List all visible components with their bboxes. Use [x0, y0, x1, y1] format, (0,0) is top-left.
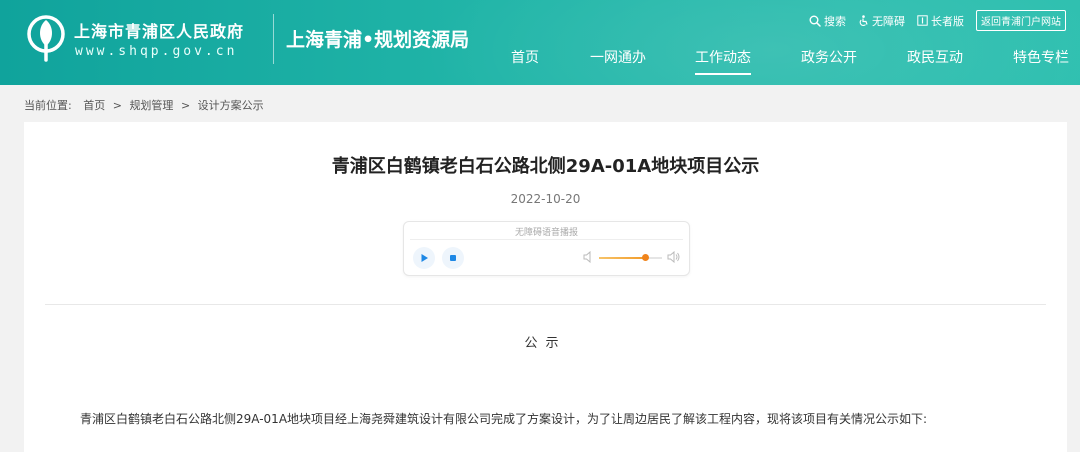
accessibility-link[interactable]: 无障碍 [858, 13, 905, 29]
nav-item-home[interactable]: 首页 [511, 47, 539, 73]
elder-mode-icon [917, 15, 928, 26]
article-date: 2022-10-20 [510, 192, 581, 206]
header-divider [273, 14, 274, 64]
elder-mode-link[interactable]: 长者版 [917, 13, 964, 29]
return-portal-button[interactable]: 返回青浦门户网站 [976, 10, 1066, 31]
nav-item-public-interaction[interactable]: 政民互动 [907, 47, 963, 73]
search-label: 搜索 [824, 14, 846, 28]
nav-item-work-news[interactable]: 工作动态 [695, 47, 751, 75]
breadcrumb-separator: > [112, 99, 122, 112]
play-button[interactable] [413, 247, 435, 269]
accessibility-label: 无障碍 [872, 14, 905, 28]
volume-high-icon[interactable] [667, 251, 681, 263]
search-icon [809, 15, 821, 27]
play-icon [421, 254, 428, 262]
bureau-title[interactable]: 上海青浦•规划资源局 [286, 25, 469, 52]
breadcrumb-design-notice[interactable]: 设计方案公示 [198, 99, 264, 112]
audio-player: 无障碍语音播报 [403, 221, 690, 276]
government-emblem-icon[interactable] [24, 14, 68, 62]
breadcrumb-separator: > [180, 99, 191, 112]
nav-item-special-columns[interactable]: 特色专栏 [1013, 47, 1069, 73]
breadcrumb-planning[interactable]: 规划管理 [129, 99, 173, 112]
article-title: 青浦区白鹤镇老白石公路北侧29A-01A地块项目公示 [331, 156, 760, 177]
search-link[interactable]: 搜索 [809, 13, 846, 29]
accessibility-icon [859, 15, 868, 26]
volume-slider[interactable] [599, 254, 662, 261]
volume-fill [599, 257, 647, 259]
stop-icon [450, 255, 456, 261]
player-label: 无障碍语音播报 [514, 228, 578, 238]
gov-name[interactable]: 上海市青浦区人民政府 [74, 18, 244, 42]
player-divider [410, 239, 683, 240]
gov-url[interactable]: www.shqp.gov.cn [75, 44, 237, 59]
breadcrumb: 当前位置: 首页 > 规划管理 > 设计方案公示 [24, 97, 264, 113]
utility-bar: 搜索 无障碍 长者版 返回青浦门户网站 [797, 10, 1066, 31]
content-divider [45, 304, 1046, 305]
breadcrumb-prefix: 当前位置: [24, 99, 72, 112]
elder-mode-label: 长者版 [931, 14, 964, 28]
stop-button[interactable] [442, 247, 464, 269]
notice-heading: 公示 [524, 336, 567, 351]
breadcrumb-home[interactable]: 首页 [83, 99, 105, 112]
article-body-paragraph: 青浦区白鹤镇老白石公路北侧29A-01A地块项目经上海尧舜建筑设计有限公司完成了… [80, 412, 928, 426]
nav-item-gov-affairs[interactable]: 政务公开 [801, 47, 857, 73]
main-nav: 首页 一网通办 工作动态 政务公开 政民互动 特色专栏 [478, 47, 1080, 77]
article-container: 青浦区白鹤镇老白石公路北侧29A-01A地块项目公示 2022-10-20 无障… [24, 122, 1067, 452]
site-header: 上海市青浦区人民政府 www.shqp.gov.cn 上海青浦•规划资源局 搜索… [0, 0, 1080, 85]
volume-knob[interactable] [642, 254, 650, 261]
nav-item-online-services[interactable]: 一网通办 [590, 47, 646, 73]
volume-low-icon[interactable] [583, 251, 594, 263]
